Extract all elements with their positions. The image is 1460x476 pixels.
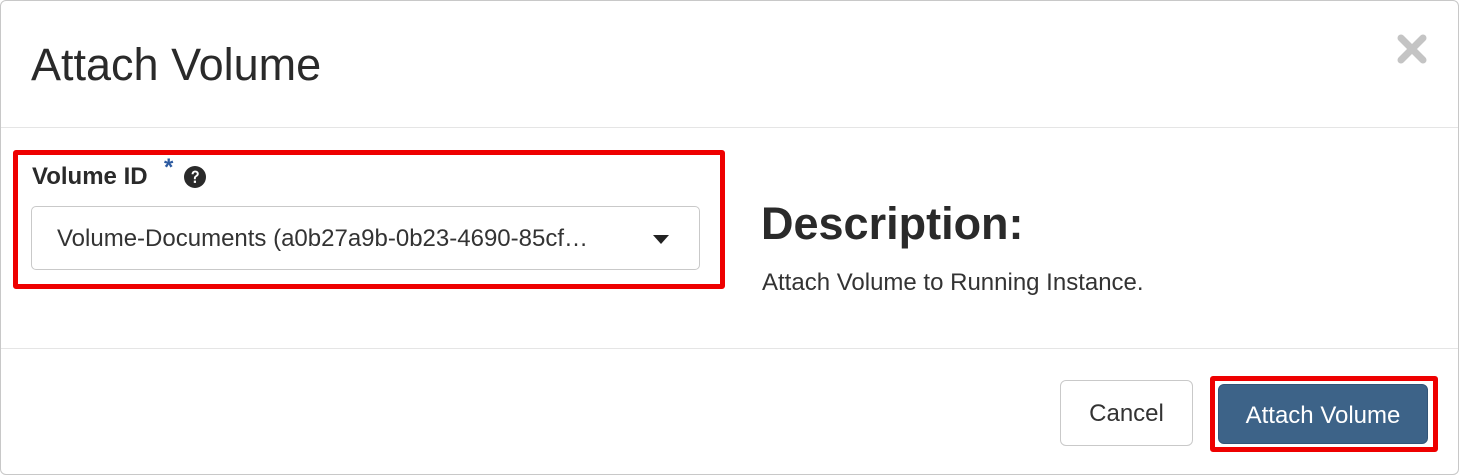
attach-volume-dialog: Attach Volume Volume ID * Volume-Documen… xyxy=(0,0,1459,475)
volume-id-label: Volume ID xyxy=(32,163,148,190)
close-icon-glyph xyxy=(1397,34,1427,64)
volume-id-select[interactable]: Volume-Documents (a0b27a9b-0b23-4690-85c… xyxy=(31,206,700,270)
cancel-button[interactable]: Cancel xyxy=(1060,380,1193,446)
dialog-body: Volume ID * Volume-Documents (a0b27a9b-0… xyxy=(1,128,1458,349)
dialog-footer: Cancel Attach Volume xyxy=(1,349,1458,474)
dialog-title: Attach Volume xyxy=(31,39,322,90)
question-circle-glyph xyxy=(184,166,206,188)
dialog-header: Attach Volume xyxy=(1,1,1458,128)
question-circle-icon[interactable] xyxy=(183,165,207,189)
close-icon[interactable] xyxy=(1394,31,1430,67)
description-text: Attach Volume to Running Instance. xyxy=(762,269,1144,296)
attach-volume-button[interactable]: Attach Volume xyxy=(1218,384,1428,444)
required-marker: * xyxy=(164,154,174,181)
description-heading: Description: xyxy=(761,198,1024,249)
caret-down-icon xyxy=(653,235,669,244)
volume-id-selected-value: Volume-Documents (a0b27a9b-0b23-4690-85c… xyxy=(57,225,588,252)
